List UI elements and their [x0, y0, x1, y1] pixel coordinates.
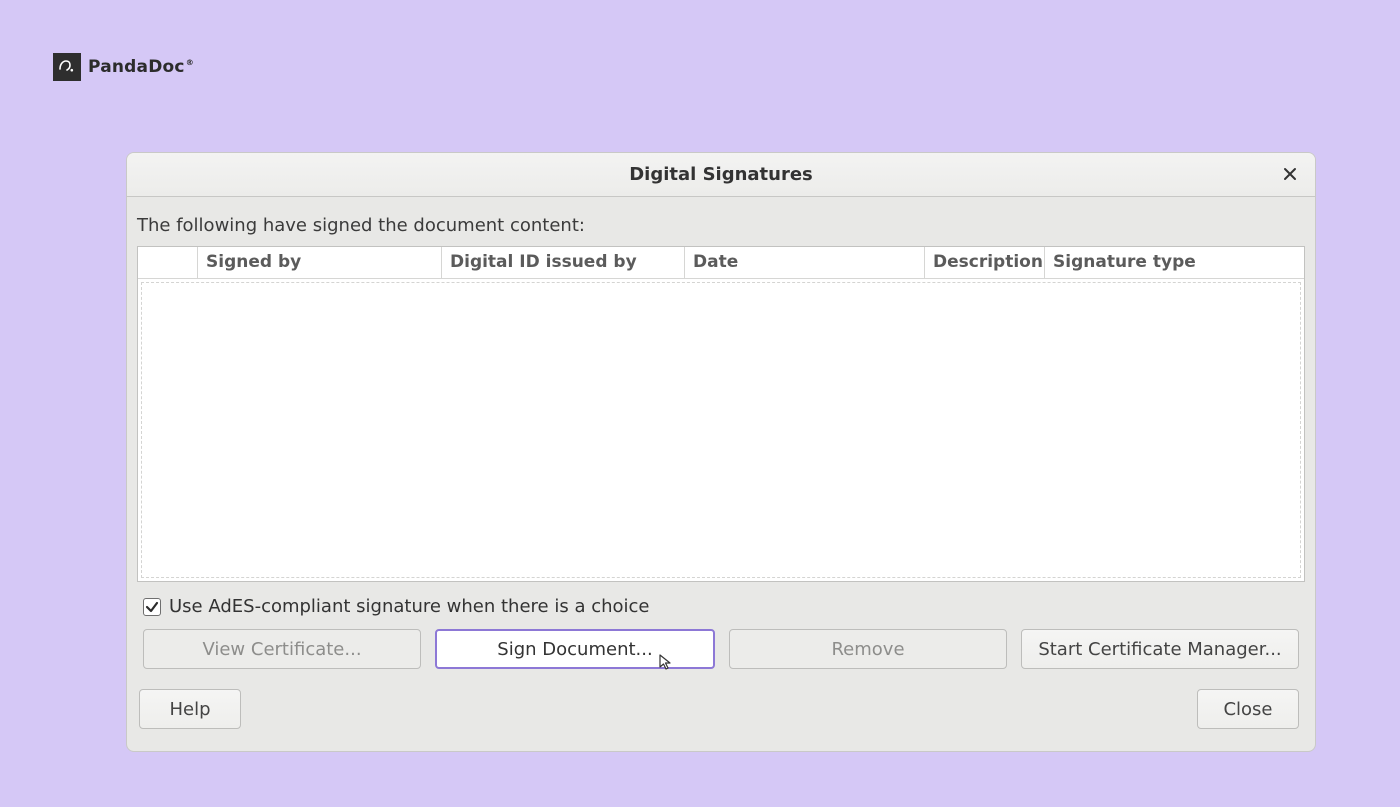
digital-signatures-dialog: Digital Signatures The following have si… — [126, 152, 1316, 752]
column-header-date[interactable]: Date — [685, 247, 925, 278]
help-button[interactable]: Help — [139, 689, 241, 729]
dialog-title: Digital Signatures — [629, 164, 813, 185]
table-header-row: Signed by Digital ID issued by Date Desc… — [138, 247, 1304, 279]
sign-document-button[interactable]: Sign Document... — [435, 629, 715, 669]
column-header-blank[interactable] — [138, 247, 198, 278]
brand-name: PandaDoc® — [88, 57, 194, 77]
start-certificate-manager-button[interactable]: Start Certificate Manager... — [1021, 629, 1299, 669]
ades-checkbox-label: Use AdES-compliant signature when there … — [169, 596, 649, 617]
remove-button[interactable]: Remove — [729, 629, 1007, 669]
close-icon[interactable] — [1277, 161, 1303, 187]
column-header-description[interactable]: Description — [925, 247, 1045, 278]
column-header-digital-id[interactable]: Digital ID issued by — [442, 247, 685, 278]
bottom-button-row: Help Close — [137, 689, 1305, 729]
view-certificate-button[interactable]: View Certificate... — [143, 629, 421, 669]
signatures-table: Signed by Digital ID issued by Date Desc… — [137, 246, 1305, 582]
ades-checkbox-row: Use AdES-compliant signature when there … — [137, 596, 1305, 617]
brand-logo: PandaDoc® — [53, 53, 194, 81]
intro-text: The following have signed the document c… — [137, 209, 1305, 246]
column-header-signature-type[interactable]: Signature type — [1045, 247, 1304, 278]
panda-icon — [53, 53, 81, 81]
dialog-content: The following have signed the document c… — [127, 197, 1315, 751]
action-button-row: View Certificate... Sign Document... Rem… — [137, 629, 1305, 669]
ades-checkbox[interactable] — [143, 598, 161, 616]
titlebar: Digital Signatures — [127, 153, 1315, 197]
column-header-signed-by[interactable]: Signed by — [198, 247, 442, 278]
close-button[interactable]: Close — [1197, 689, 1299, 729]
table-body-empty[interactable] — [141, 282, 1301, 578]
